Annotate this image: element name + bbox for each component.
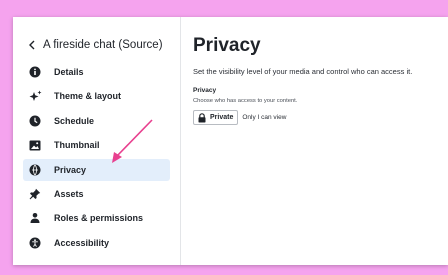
accessibility-icon <box>27 235 43 251</box>
settings-window: A fireside chat (Source) Details Theme &… <box>13 17 448 265</box>
back-link[interactable]: A fireside chat (Source) <box>27 37 163 53</box>
privacy-control: Private Only I can view <box>193 110 286 125</box>
sidebar-item-accessibility[interactable]: Accessibility <box>23 232 170 254</box>
privacy-section-help: Choose who has access to your content. <box>193 98 298 104</box>
globe-lock-icon <box>27 162 43 178</box>
lock-icon <box>197 112 207 123</box>
sidebar-item-label: Schedule <box>54 116 95 126</box>
sidebar-item-label: Accessibility <box>54 238 110 248</box>
privacy-level-label: Private <box>210 114 234 121</box>
info-icon <box>27 64 43 80</box>
image-icon <box>27 137 43 153</box>
privacy-section-label: Privacy <box>193 87 217 94</box>
sidebar-item-schedule[interactable]: Schedule <box>23 110 170 132</box>
sidebar-item-label: Theme & layout <box>54 91 122 101</box>
sidebar: A fireside chat (Source) Details Theme &… <box>13 17 181 265</box>
page-title: Privacy <box>193 35 261 56</box>
media-title: A fireside chat (Source) <box>43 39 163 51</box>
sidebar-item-label: Privacy <box>54 165 87 175</box>
person-icon <box>27 210 43 226</box>
privacy-level-hint: Only I can view <box>242 114 287 121</box>
pin-icon <box>27 186 43 202</box>
page-description: Set the visibility level of your media a… <box>193 67 413 76</box>
sidebar-item-privacy[interactable]: Privacy <box>23 159 170 181</box>
sidebar-item-label: Assets <box>54 189 84 199</box>
sidebar-item-label: Details <box>54 67 84 77</box>
sidebar-item-theme-layout[interactable]: Theme & layout <box>23 85 170 107</box>
sidebar-item-assets[interactable]: Assets <box>23 183 170 205</box>
privacy-level-button[interactable]: Private <box>193 110 239 125</box>
sparkle-icon <box>27 88 43 104</box>
sidebar-item-label: Roles & permissions <box>54 213 144 223</box>
sidebar-item-label: Thumbnail <box>54 140 100 150</box>
chevron-left-icon[interactable] <box>27 38 37 52</box>
sidebar-item-thumbnail[interactable]: Thumbnail <box>23 134 170 156</box>
sidebar-item-details[interactable]: Details <box>23 61 170 83</box>
clock-icon <box>27 113 43 129</box>
main-content: Privacy Set the visibility level of your… <box>182 17 448 265</box>
sidebar-item-roles-permissions[interactable]: Roles & permissions <box>23 207 170 229</box>
